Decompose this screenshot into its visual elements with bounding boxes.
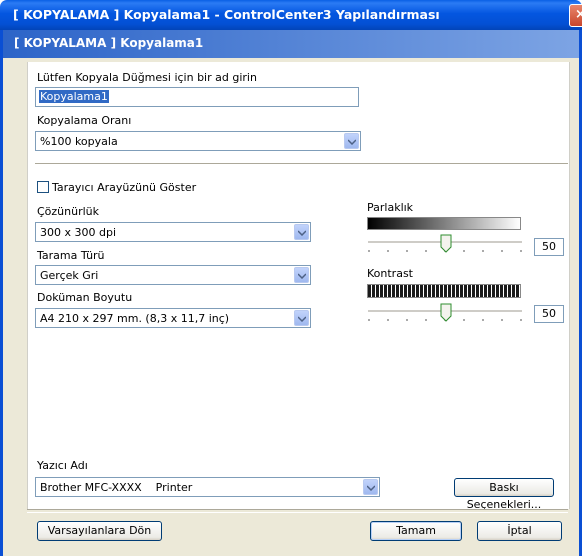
brightness-slider[interactable] — [366, 233, 526, 257]
name-label: Lütfen Kopyala Düğmesi için bir ad girin — [37, 71, 257, 84]
copy-ratio-label: Kopyalama Oranı — [37, 114, 132, 127]
footer-divider — [27, 509, 568, 513]
chevron-down-icon — [294, 267, 309, 283]
printer-select[interactable]: Brother MFC-XXXX Printer — [35, 477, 380, 497]
print-options-button[interactable]: Baskı Seçenekleri... — [454, 478, 554, 511]
window-title: [ KOPYALAMA ] Kopyalama1 - ControlCenter… — [13, 7, 440, 22]
divider — [35, 163, 568, 167]
scan-type-value: Gerçek Gri — [40, 269, 99, 282]
chevron-down-icon — [294, 224, 309, 240]
resolution-label: Çözünürlük — [37, 205, 100, 218]
printer-label: Yazıcı Adı — [37, 459, 88, 472]
copy-ratio-select[interactable]: %100 kopyala — [35, 131, 361, 151]
brightness-label: Parlaklık — [367, 201, 414, 214]
chevron-down-icon — [363, 479, 378, 495]
contrast-pattern — [367, 284, 521, 298]
resolution-value: 300 x 300 dpi — [40, 226, 117, 239]
copy-ratio-value: %100 kopyala — [40, 135, 118, 148]
doc-size-label: Doküman Boyutu — [37, 291, 133, 304]
ok-button[interactable]: Tamam — [370, 521, 462, 541]
close-icon: × — [575, 7, 582, 22]
scanner-ui-checkbox[interactable] — [37, 181, 49, 193]
banner-title: [ KOPYALAMA ] Kopyalama1 — [14, 36, 204, 50]
brightness-gradient — [367, 217, 521, 230]
resolution-select[interactable]: 300 x 300 dpi — [35, 222, 311, 242]
chevron-down-icon — [294, 310, 309, 326]
restore-defaults-button[interactable]: Varsayılanlara Dön — [37, 521, 162, 541]
contrast-value[interactable]: 50 — [534, 305, 564, 323]
name-input[interactable]: Kopyalama1 — [35, 87, 359, 107]
scan-type-select[interactable]: Gerçek Gri — [35, 265, 311, 285]
close-button[interactable]: × — [569, 4, 582, 27]
scan-type-label: Tarama Türü — [37, 249, 105, 262]
config-window: [ KOPYALAMA ] Kopyalama1 - ControlCenter… — [0, 0, 582, 556]
doc-size-select[interactable]: A4 210 x 297 mm. (8,3 x 11,7 inç) — [35, 308, 311, 328]
doc-size-value: A4 210 x 297 mm. (8,3 x 11,7 inç) — [40, 312, 230, 325]
title-bar[interactable]: [ KOPYALAMA ] Kopyalama1 - ControlCenter… — [0, 0, 582, 30]
cancel-button[interactable]: İptal — [477, 521, 562, 541]
name-input-value: Kopyalama1 — [39, 90, 109, 103]
printer-value: Brother MFC-XXXX Printer — [40, 481, 193, 494]
chevron-down-icon — [344, 133, 359, 149]
contrast-slider[interactable] — [366, 302, 526, 326]
header-banner: [ KOPYALAMA ] Kopyalama1 — [3, 30, 579, 58]
contrast-label: Kontrast — [367, 267, 413, 280]
scanner-ui-label: Tarayıcı Arayüzünü Göster — [52, 181, 197, 194]
brightness-value[interactable]: 50 — [534, 238, 564, 256]
